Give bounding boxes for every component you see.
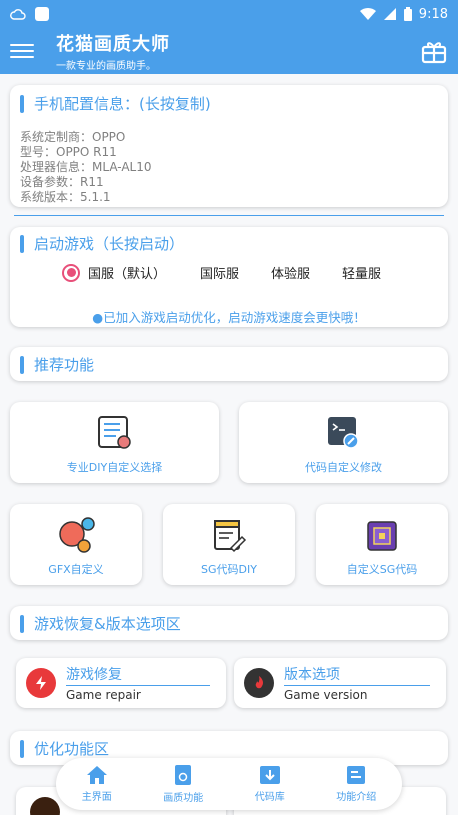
- device-info-title: 手机配置信息：(长按复制): [20, 93, 438, 114]
- server-option-intl[interactable]: 国际服: [200, 263, 239, 282]
- repair-icon: [26, 668, 56, 698]
- info-line-version: 系统版本：5.1.1: [20, 190, 111, 204]
- optimize-title: 优化功能区: [20, 738, 438, 759]
- quality-settings-icon: [175, 765, 192, 785]
- cloud-icon: [10, 9, 26, 20]
- recommend-title: 推荐功能: [20, 354, 438, 375]
- launch-note: ●已加入游戏启动优化，启动游戏速度会更快哦！: [92, 310, 366, 325]
- game-repair-button[interactable]: 游戏修复 Game repair: [16, 658, 226, 708]
- server-option-label: 国际服: [200, 267, 240, 282]
- info-line-params: 设备参数：R11: [20, 175, 104, 189]
- app-bar: 花猫画质大师 一款专业的画质助手。: [0, 28, 458, 74]
- restore-header: 游戏恢复&版本选项区: [10, 606, 448, 640]
- recommend-header: 推荐功能: [10, 347, 448, 381]
- game-version-button[interactable]: 版本选项 Game version: [234, 658, 446, 708]
- home-icon: [86, 766, 107, 784]
- info-line-model: 型号：OPPO R11: [20, 145, 117, 159]
- download-box-icon: [259, 766, 280, 784]
- section-divider: [14, 215, 444, 216]
- device-info-lines: 系统定制商：OPPO 型号：OPPO R11 处理器信息：MLA-AL10 设备…: [20, 130, 438, 205]
- custom-sg-code-tile[interactable]: 自定义SG代码: [316, 504, 448, 585]
- tile-label: 自定义SG代码: [346, 563, 418, 576]
- launch-title: 启动游戏（长按启动）: [20, 233, 438, 254]
- nav-label: 功能介绍: [336, 792, 377, 803]
- optimize-item-icon: [30, 797, 60, 815]
- server-option-label: 轻量服: [342, 267, 382, 282]
- repair-label-cn: 游戏修复: [66, 664, 210, 686]
- menu-icon[interactable]: [10, 39, 34, 63]
- app-title: 花猫画质大师: [56, 34, 170, 55]
- document-icon: [347, 766, 366, 784]
- tile-label: 专业DIY自定义选择: [66, 461, 163, 474]
- nav-home[interactable]: 主界面: [82, 765, 112, 803]
- nav-intro[interactable]: 功能介绍: [336, 765, 376, 803]
- status-bar: 9:18: [0, 0, 458, 28]
- app-icon: [35, 7, 49, 21]
- nav-code-library[interactable]: 代码库: [255, 765, 285, 803]
- chip-icon: [367, 521, 397, 551]
- gfx-tile[interactable]: GFX自定义: [10, 504, 142, 585]
- code-edit-icon: [328, 417, 359, 449]
- tile-label: 代码自定义修改: [305, 461, 382, 474]
- status-time: 9:18: [418, 6, 448, 22]
- device-info-card[interactable]: 手机配置信息：(长按复制) 系统定制商：OPPO 型号：OPPO R11 处理器…: [10, 85, 448, 207]
- server-option-label: 国服（默认）: [88, 267, 167, 282]
- version-label-en: Game version: [284, 688, 368, 702]
- nav-quality[interactable]: 画质功能: [163, 764, 203, 804]
- tile-label: SG代码DIY: [201, 563, 257, 576]
- battery-icon: [403, 6, 412, 21]
- server-option-trial[interactable]: 体验服: [271, 263, 310, 282]
- tile-label: GFX自定义: [48, 563, 104, 576]
- sg-code-diy-tile[interactable]: SG代码DIY: [163, 504, 295, 585]
- nav-label: 代码库: [254, 792, 285, 803]
- bubbles-icon: [59, 517, 95, 553]
- nav-label: 画质功能: [163, 793, 204, 804]
- version-icon: [244, 668, 274, 698]
- server-option-label: 体验服: [271, 267, 311, 282]
- gift-icon[interactable]: [420, 37, 448, 65]
- diy-select-tile[interactable]: 专业DIY自定义选择: [10, 402, 219, 483]
- document-edit-icon: [214, 520, 247, 553]
- bottom-nav: 主界面 画质功能 代码库 功能介绍: [56, 758, 402, 810]
- info-line-vendor: 系统定制商：OPPO: [20, 130, 126, 144]
- app-subtitle: 一款专业的画质助手。: [56, 61, 156, 72]
- radio-selected-icon[interactable]: [62, 263, 80, 282]
- server-option-cn[interactable]: 国服（默认）: [62, 263, 166, 282]
- signal-icon: [383, 8, 396, 20]
- restore-title: 游戏恢复&版本选项区: [20, 613, 438, 634]
- wifi-icon: [359, 7, 376, 20]
- nav-label: 主界面: [81, 792, 112, 803]
- repair-label-en: Game repair: [66, 688, 141, 702]
- info-line-cpu: 处理器信息：MLA-AL10: [20, 160, 152, 174]
- launch-game-card: 启动游戏（长按启动） 国服（默认） 国际服 体验服 轻量服 ●已加入游戏启动优化…: [10, 227, 448, 327]
- version-label-cn: 版本选项: [284, 664, 430, 686]
- code-edit-tile[interactable]: 代码自定义修改: [239, 402, 448, 483]
- server-option-lite[interactable]: 轻量服: [342, 263, 381, 282]
- checklist-icon: [98, 416, 131, 449]
